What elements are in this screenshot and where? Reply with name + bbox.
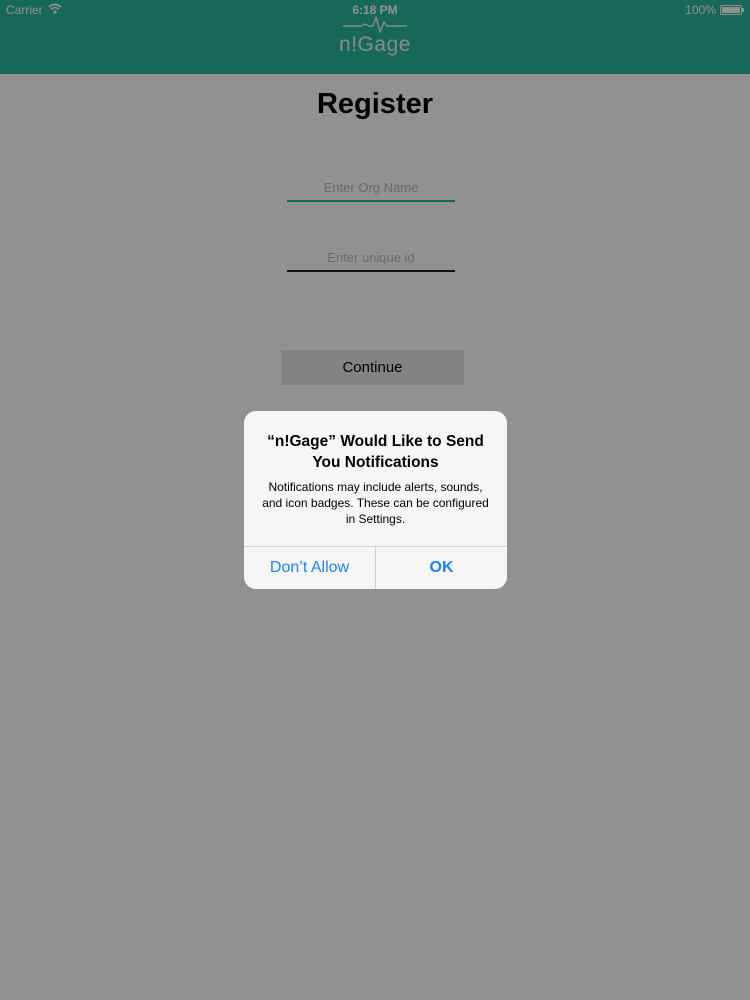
alert-title: “n!Gage” Would Like to Send You Notifica… [267,433,484,471]
alert-message: Notifications may include alerts, sounds… [262,480,489,526]
dont-allow-button[interactable]: Don’t Allow [244,547,375,589]
ok-button[interactable]: OK [376,547,507,589]
notification-permission-alert: “n!Gage” Would Like to Send You Notifica… [244,411,507,589]
